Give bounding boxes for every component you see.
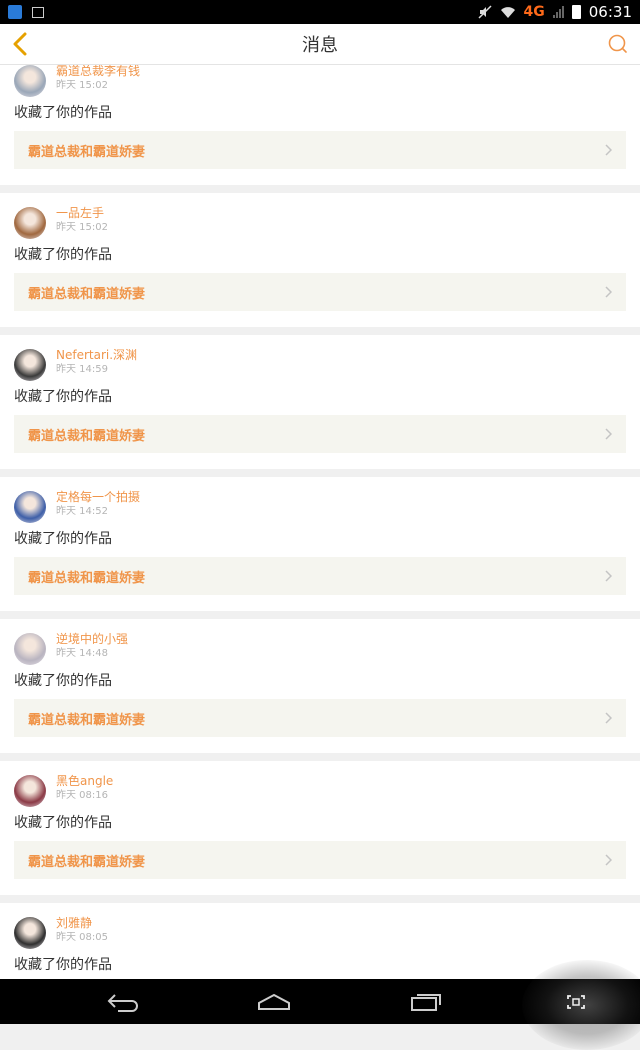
search-icon: [608, 34, 627, 53]
work-title: 霸道总裁和霸道娇妻: [28, 286, 146, 302]
work-title: 霸道总裁和霸道娇妻: [28, 854, 146, 870]
avatar[interactable]: [14, 491, 46, 523]
app-notification-icon: [8, 5, 22, 19]
user-meta: 刘雅静 昨天 08:05: [56, 915, 108, 945]
work-link[interactable]: 霸道总裁和霸道娇妻: [14, 557, 626, 595]
chevron-right-icon: [604, 570, 614, 582]
user-meta: 霸道总裁李有钱 昨天 15:02: [56, 65, 140, 93]
chevron-right-icon: [604, 854, 614, 866]
wifi-icon: [500, 7, 515, 18]
top-header: 消息: [0, 24, 640, 65]
message-card[interactable]: Nefertari.深渊 昨天 14:59 收藏了你的作品霸道总裁和霸道娇妻: [0, 335, 640, 469]
mute-icon: [478, 5, 492, 19]
message-card[interactable]: 定格每一个拍摄 昨天 14:52 收藏了你的作品霸道总裁和霸道娇妻: [0, 477, 640, 611]
chevron-right-icon: [604, 712, 614, 724]
message-list: 霸道总裁李有钱 昨天 15:02 收藏了你的作品 霸道总裁和霸道娇妻 一品左手 昨天 15…: [0, 65, 640, 979]
message-list-container[interactable]: 霸道总裁李有钱 昨天 15:02 收藏了你的作品 霸道总裁和霸道娇妻 一品左手 昨天 15…: [0, 65, 640, 979]
message-user-row: 霸道总裁李有钱 昨天 15:02: [14, 65, 626, 99]
user-name[interactable]: 逆境中的小强: [56, 631, 128, 647]
message-card[interactable]: 霸道总裁李有钱 昨天 15:02 收藏了你的作品霸道总裁和霸道娇妻: [0, 65, 640, 185]
avatar[interactable]: [14, 207, 46, 239]
message-user-row: 刘雅静 昨天 08:05: [14, 903, 626, 951]
message-time: 昨天 14:59: [56, 364, 108, 375]
message-card[interactable]: 一品左手 昨天 15:02 收藏了你的作品霸道总裁和霸道娇妻: [0, 193, 640, 327]
message-action-text: 收藏了你的作品: [14, 389, 112, 405]
message-user-row: 黑色angle 昨天 08:16: [14, 761, 626, 809]
user-name[interactable]: 霸道总裁李有钱: [56, 65, 140, 79]
chevron-left-icon: [13, 32, 27, 56]
message-user-row: 逆境中的小强 昨天 14:48: [14, 619, 626, 667]
message-time: 昨天 14:48: [56, 648, 108, 659]
nav-extra-button[interactable]: [556, 988, 596, 1016]
message-action-text: 收藏了你的作品: [14, 247, 112, 263]
message-time: 昨天 15:02: [56, 80, 108, 91]
avatar[interactable]: [14, 633, 46, 665]
message-action-text: 收藏了你的作品: [14, 815, 112, 831]
back-arrow-icon: [107, 994, 138, 1012]
status-notifications: [8, 5, 44, 19]
nav-home-button[interactable]: [254, 988, 294, 1016]
message-card[interactable]: 刘雅静昨天 08:05收藏了你的作品霸道总裁和霸道娇妻: [0, 903, 640, 979]
battery-icon: [571, 5, 581, 19]
back-button[interactable]: [6, 30, 34, 58]
work-title: 霸道总裁和霸道娇妻: [28, 428, 146, 444]
work-title: 霸道总裁和霸道娇妻: [28, 144, 146, 160]
message-action-text: 收藏了你的作品: [14, 531, 112, 547]
work-link[interactable]: 霸道总裁和霸道娇妻: [14, 415, 626, 453]
nav-recent-button[interactable]: [406, 988, 446, 1016]
user-name[interactable]: 黑色angle: [56, 773, 113, 789]
search-button[interactable]: [606, 32, 630, 56]
avatar[interactable]: [14, 775, 46, 807]
status-bar: 4G 06:31: [0, 0, 640, 24]
message-action-text: 收藏了你的作品: [14, 673, 112, 689]
page-title: 消息: [302, 35, 338, 56]
message-user-row: Nefertari.深渊 昨天 14:59: [14, 335, 626, 383]
message-time: 昨天 08:16: [56, 790, 108, 801]
message-time: 昨天 15:02: [56, 222, 108, 233]
system-nav-bar: [0, 960, 640, 1050]
work-link[interactable]: 霸道总裁和霸道娇妻: [14, 699, 626, 737]
message-action-text: 收藏了你的作品: [14, 105, 112, 121]
user-meta: 一品左手 昨天 15:02: [56, 205, 108, 235]
work-link[interactable]: 霸道总裁和霸道娇妻: [14, 131, 626, 169]
work-title: 霸道总裁和霸道娇妻: [28, 712, 146, 728]
nav-back-button[interactable]: [103, 988, 143, 1016]
work-link[interactable]: 霸道总裁和霸道娇妻: [14, 273, 626, 311]
avatar[interactable]: [14, 65, 46, 97]
signal-icon: [552, 6, 564, 18]
user-name[interactable]: Nefertari.深渊: [56, 347, 137, 363]
user-name[interactable]: 定格每一个拍摄: [56, 489, 140, 505]
user-meta: 逆境中的小强 昨天 14:48: [56, 631, 128, 661]
message-user-row: 定格每一个拍摄 昨天 14:52: [14, 477, 626, 525]
home-icon: [258, 993, 290, 1010]
image-notification-icon: [32, 6, 44, 18]
message-time: 昨天 08:05: [56, 932, 108, 943]
recent-apps-icon: [411, 994, 441, 1011]
message-card[interactable]: 黑色angle 昨天 08:16 收藏了你的作品霸道总裁和霸道娇妻: [0, 761, 640, 895]
avatar[interactable]: [14, 917, 46, 949]
status-indicators: 4G 06:31: [478, 3, 632, 21]
avatar[interactable]: [14, 349, 46, 381]
chevron-right-icon: [604, 286, 614, 298]
screen-expand-icon: [567, 995, 585, 1009]
chevron-right-icon: [604, 428, 614, 440]
chevron-right-icon: [604, 144, 614, 156]
message-user-row: 一品左手 昨天 15:02: [14, 193, 626, 241]
network-type: 4G: [523, 4, 545, 20]
message-time: 昨天 14:52: [56, 506, 108, 517]
user-name[interactable]: 一品左手: [56, 205, 108, 221]
message-action-text: 收藏了你的作品: [14, 957, 112, 973]
user-meta: 定格每一个拍摄 昨天 14:52: [56, 489, 140, 519]
message-card[interactable]: 逆境中的小强 昨天 14:48 收藏了你的作品霸道总裁和霸道娇妻: [0, 619, 640, 753]
work-link[interactable]: 霸道总裁和霸道娇妻: [14, 841, 626, 879]
work-title: 霸道总裁和霸道娇妻: [28, 570, 146, 586]
user-meta: Nefertari.深渊 昨天 14:59: [56, 347, 137, 377]
user-meta: 黑色angle 昨天 08:16: [56, 773, 113, 803]
status-time: 06:31: [588, 3, 632, 21]
user-name[interactable]: 刘雅静: [56, 915, 108, 931]
